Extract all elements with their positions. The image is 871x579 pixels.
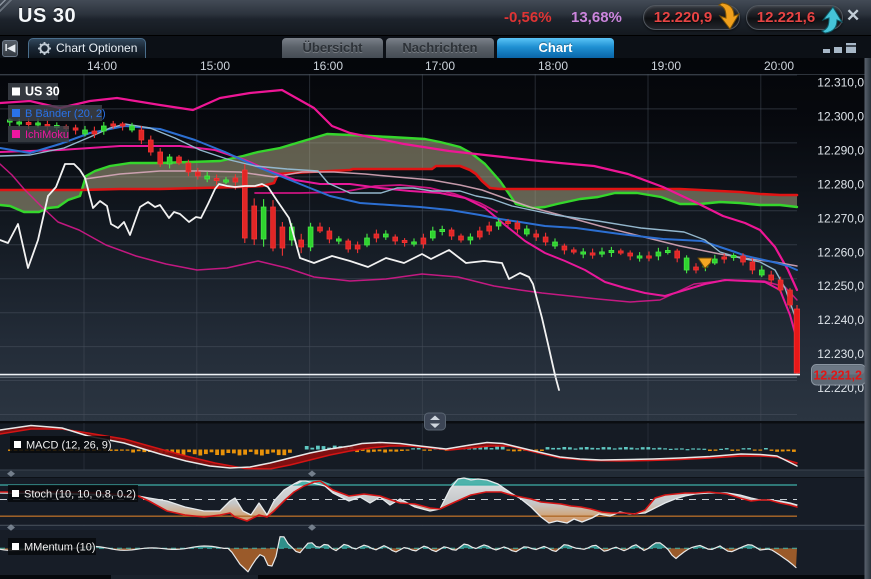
svg-text:12.250,0: 12.250,0 bbox=[817, 279, 864, 293]
svg-text:IchiMoku: IchiMoku bbox=[25, 129, 69, 141]
svg-text:12.280,0: 12.280,0 bbox=[817, 177, 864, 191]
svg-text:12.310,0: 12.310,0 bbox=[817, 76, 864, 90]
svg-text:MACD (12, 26, 9): MACD (12, 26, 9) bbox=[26, 440, 112, 452]
svg-text:12.300,0: 12.300,0 bbox=[817, 109, 864, 123]
svg-text:20:00: 20:00 bbox=[764, 59, 794, 73]
svg-text:12.221,2: 12.221,2 bbox=[813, 369, 862, 383]
svg-text:19:00: 19:00 bbox=[651, 59, 681, 73]
svg-text:B Bänder (20, 2): B Bänder (20, 2) bbox=[25, 108, 106, 120]
svg-text:12.260,0: 12.260,0 bbox=[817, 245, 864, 259]
svg-text:16:00: 16:00 bbox=[313, 59, 343, 73]
svg-text:12.230,0: 12.230,0 bbox=[817, 347, 864, 361]
svg-text:14:00: 14:00 bbox=[87, 59, 117, 73]
svg-text:12.270,0: 12.270,0 bbox=[817, 211, 864, 225]
svg-text:12.290,0: 12.290,0 bbox=[817, 143, 864, 157]
svg-text:17:00: 17:00 bbox=[425, 59, 455, 73]
svg-text:15:00: 15:00 bbox=[200, 59, 230, 73]
svg-text:Stoch (10, 10, 0.8, 0.2): Stoch (10, 10, 0.8, 0.2) bbox=[24, 489, 136, 501]
svg-text:18:00: 18:00 bbox=[538, 59, 568, 73]
svg-text:US 30: US 30 bbox=[25, 85, 60, 99]
svg-text:12.240,0: 12.240,0 bbox=[817, 313, 864, 327]
svg-text:MMentum (10): MMentum (10) bbox=[24, 542, 96, 554]
